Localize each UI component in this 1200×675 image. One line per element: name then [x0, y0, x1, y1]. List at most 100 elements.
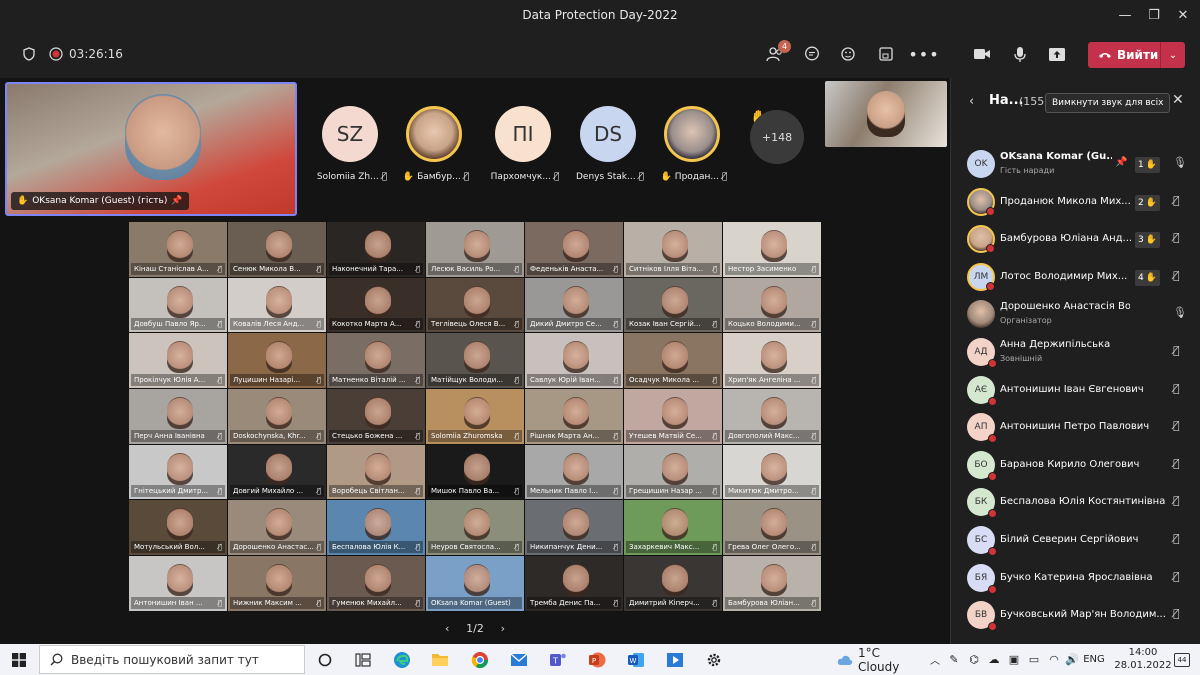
windows-start-icon[interactable]: [8, 644, 30, 675]
video-tile[interactable]: Грещишин Назар ... 🎙̸: [624, 444, 723, 501]
video-tile[interactable]: Антонишин Іван ... 🎙̸: [129, 556, 228, 612]
language-indicator[interactable]: ENG: [1082, 644, 1106, 675]
video-tile[interactable]: Неуров Святосла... 🎙̸: [426, 500, 525, 557]
pinned-video[interactable]: ✋ OKsana Komar (Guest) (гість) 📌: [5, 82, 297, 216]
video-tile[interactable]: Воробець Світлан... 🎙̸: [327, 444, 426, 501]
share-screen-button[interactable]: [1043, 30, 1071, 78]
reactions-button[interactable]: [835, 30, 863, 78]
wifi-icon[interactable]: ◠: [1046, 644, 1062, 675]
tray-chevron-up-icon[interactable]: ︿: [928, 644, 942, 675]
video-tile[interactable]: Наконечний Тара... 🎙̸: [327, 222, 426, 278]
self-video[interactable]: [825, 81, 947, 147]
mic-off-icon[interactable]: 🎙̸: [1173, 231, 1180, 244]
participant-row[interactable]: БЯ Бучко Катерина Ярославівна 🎙̸: [951, 560, 1200, 596]
participant-row[interactable]: Бамбурова Юліана Анд... 3 ✋ 🎙̸: [951, 221, 1200, 257]
media-player-icon[interactable]: [663, 644, 687, 675]
weather-text[interactable]: 1°C Cloudy: [858, 644, 922, 675]
avatar-tile[interactable]: SZ Solomiia Zh... 🎙̸: [310, 106, 390, 216]
leave-button[interactable]: Вийти ⌄: [1088, 42, 1185, 68]
network-icon[interactable]: ⌬: [966, 644, 982, 675]
video-tile[interactable]: Никипанчук Дени... 🎙̸: [525, 500, 624, 557]
file-explorer-icon[interactable]: [428, 644, 452, 675]
mic-on-icon[interactable]: 🎙: [1173, 306, 1187, 319]
camera-tray-icon[interactable]: ▣: [1006, 644, 1022, 675]
video-tile[interactable]: Тремба Денис Па... 🎙̸: [525, 556, 624, 612]
video-tile[interactable]: Микитюк Дмитро... 🎙̸: [723, 444, 822, 501]
mail-icon[interactable]: [507, 644, 531, 675]
edge-icon[interactable]: [390, 644, 414, 675]
mic-off-icon[interactable]: 🎙̸: [1173, 532, 1180, 545]
mic-off-icon[interactable]: 🎙̸: [1173, 194, 1180, 207]
video-tile[interactable]: Ковалів Леся Анд... 🎙̸: [228, 277, 327, 334]
widgets-icon[interactable]: [352, 644, 374, 675]
video-tile[interactable]: Матійщук Володи... 🎙̸: [426, 333, 525, 390]
word-icon[interactable]: W: [624, 644, 648, 675]
task-view-icon[interactable]: [314, 644, 336, 675]
participant-row[interactable]: БО Баранов Кирило Олегович 🎙̸: [951, 447, 1200, 483]
participant-row[interactable]: АЄ Антонишин Іван Євгенович 🎙̸: [951, 372, 1200, 408]
chrome-icon[interactable]: [468, 644, 492, 675]
leave-options-chevron-icon[interactable]: ⌄: [1161, 50, 1185, 61]
video-tile[interactable]: Матненко Віталій ... 🎙̸: [327, 333, 426, 390]
back-chevron-icon[interactable]: ‹: [969, 94, 974, 109]
video-tile[interactable]: Дорошенко Анастас... 🎙̸: [228, 500, 327, 557]
avatar-tile[interactable]: DS Denys Stak... 🎙̸: [568, 106, 648, 216]
video-tile[interactable]: Луцишин Назарі... 🎙̸: [228, 333, 327, 390]
mic-off-icon[interactable]: 🎙̸: [1173, 344, 1180, 357]
more-participants-button[interactable]: +148: [750, 110, 804, 164]
close-window-button[interactable]: ✕: [1166, 0, 1200, 30]
pin-icon[interactable]: 📌: [1115, 157, 1127, 168]
cloud-weather-icon[interactable]: [836, 644, 854, 675]
mic-off-icon[interactable]: 🎙̸: [1173, 494, 1180, 507]
clock[interactable]: 14:00 28.01.2022: [1112, 646, 1174, 672]
video-tile[interactable]: Нижник Максим ... 🎙̸: [228, 556, 327, 612]
video-tile[interactable]: Коцько Володими... 🎙̸: [723, 277, 822, 334]
close-panel-icon[interactable]: ✕: [1172, 92, 1184, 108]
mic-off-icon[interactable]: 🎙̸: [1173, 419, 1180, 432]
video-tile[interactable]: Стецько Божена ... 🎙̸: [327, 389, 426, 445]
mic-off-icon[interactable]: 🎙̸: [1173, 382, 1180, 395]
participant-row[interactable]: БВ Бучковський Мар'ян Володим... 🎙̸: [951, 597, 1200, 633]
participant-row[interactable]: АП Антонишин Петро Павлович 🎙̸: [951, 409, 1200, 445]
video-tile[interactable]: Мельник Павло І... 🎙̸: [525, 444, 624, 501]
video-tile[interactable]: Захаркевич Макс... 🎙̸: [624, 500, 723, 557]
video-tile[interactable]: Беспалова Юлія К... 🎙̸: [327, 500, 426, 557]
participant-row[interactable]: Дорошенко Анастасія Володи... Організатор…: [951, 296, 1200, 332]
video-tile[interactable]: Ситніков Ілля Віта... 🎙̸: [624, 222, 723, 278]
battery-icon[interactable]: ▭: [1026, 644, 1042, 675]
video-tile[interactable]: OKsana Komar (Guest): [426, 556, 525, 612]
video-tile[interactable]: Утешев Матвій Се... 🎙̸: [624, 389, 723, 445]
prev-page-chevron-icon[interactable]: ‹: [445, 622, 449, 635]
video-tile[interactable]: Дикий Дмитро Се... 🎙̸: [525, 277, 624, 334]
video-tile[interactable]: Мишок Павло Ва... 🎙̸: [426, 444, 525, 501]
video-tile[interactable]: Димитрий Кіперч... 🎙̸: [624, 556, 723, 612]
avatar-tile[interactable]: ✋ Продан... 🎙̸: [652, 106, 732, 216]
video-tile[interactable]: Хрип'як Ангеліна ... 🎙̸: [723, 333, 822, 390]
video-tile[interactable]: Савлук Юрій Іван... 🎙̸: [525, 333, 624, 390]
video-tile[interactable]: Довгий Михайло ... 🎙̸: [228, 444, 327, 501]
video-tile[interactable]: Гуменюк Михайл... 🎙̸: [327, 556, 426, 612]
rooms-button[interactable]: [872, 30, 900, 78]
chat-button[interactable]: [798, 30, 826, 78]
video-tile[interactable]: Лесюк Василь Ро... 🎙̸: [426, 222, 525, 278]
participant-row[interactable]: OK OKsana Komar (Gu... Гість наради 📌 1 ✋ 🎙: [951, 146, 1200, 182]
video-tile[interactable]: Мотульський Вол... 🎙̸: [129, 500, 228, 557]
powerpoint-icon[interactable]: P: [585, 644, 609, 675]
volume-icon[interactable]: 🔊: [1064, 644, 1080, 675]
leave-main[interactable]: Вийти: [1088, 48, 1160, 62]
video-tile[interactable]: Кінаш Станіслав А... 🎙̸: [129, 222, 228, 278]
notifications-badge[interactable]: 44: [1174, 653, 1190, 667]
video-tile[interactable]: Doskochynska, Khr... 🎙̸: [228, 389, 327, 445]
participant-row[interactable]: Проданюк Микола Мих... 2 ✋ 🎙̸: [951, 184, 1200, 220]
teams-icon[interactable]: T: [546, 644, 570, 675]
mic-on-icon[interactable]: 🎙: [1173, 156, 1187, 169]
more-actions-icon[interactable]: •••: [908, 30, 938, 78]
mic-off-icon[interactable]: 🎙̸: [1173, 457, 1180, 470]
video-tile[interactable]: Нестор Засименко 🎙̸: [723, 222, 822, 278]
pen-icon[interactable]: ✎: [946, 644, 962, 675]
next-page-chevron-icon[interactable]: ›: [501, 622, 505, 635]
video-tile[interactable]: Грева Олег Олего... 🎙̸: [723, 500, 822, 557]
settings-gear-icon[interactable]: [702, 644, 726, 675]
video-tile[interactable]: Рішняк Марта Ан... 🎙̸: [525, 389, 624, 445]
video-tile[interactable]: Козак Іван Сергій... 🎙̸: [624, 277, 723, 334]
